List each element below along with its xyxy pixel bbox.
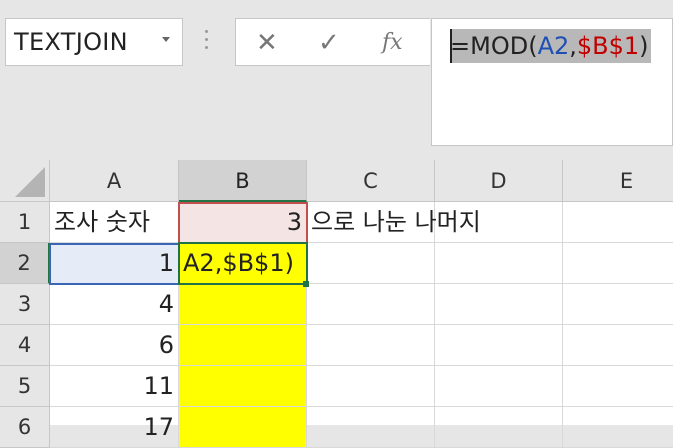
- formula-part: A2: [537, 32, 570, 60]
- cell-e2[interactable]: [563, 243, 673, 284]
- cell-d6[interactable]: [435, 407, 563, 448]
- cell-a3[interactable]: 4: [50, 284, 179, 325]
- cell-d4[interactable]: [435, 325, 563, 366]
- row-header-5[interactable]: 5: [0, 366, 50, 407]
- cell-b1[interactable]: 3: [179, 202, 307, 243]
- cell-b6[interactable]: [179, 407, 307, 448]
- row-header-2[interactable]: 2: [0, 243, 50, 284]
- cell-e5[interactable]: [563, 366, 673, 407]
- name-box-value: TEXTJOIN: [14, 28, 128, 56]
- cell-c6[interactable]: [307, 407, 435, 448]
- cell-c5[interactable]: [307, 366, 435, 407]
- column-header-e[interactable]: E: [563, 160, 673, 202]
- cell-a4[interactable]: 6: [50, 325, 179, 366]
- cell-c3[interactable]: [307, 284, 435, 325]
- text-caret: [450, 29, 452, 63]
- column-header-d[interactable]: D: [435, 160, 563, 202]
- cell-e6[interactable]: [563, 407, 673, 448]
- drag-handle-icon[interactable]: [205, 30, 209, 52]
- cell-d1[interactable]: [435, 202, 563, 243]
- formula-part: $B$1: [576, 32, 640, 60]
- cell-e4[interactable]: [563, 325, 673, 366]
- cell-a6[interactable]: 17: [50, 407, 179, 448]
- cell-e3[interactable]: [563, 284, 673, 325]
- cell-a1[interactable]: 조사 숫자: [50, 202, 179, 243]
- cell-e1[interactable]: [563, 202, 673, 243]
- formula-bar[interactable]: =MOD(A2,$B$1): [431, 18, 673, 146]
- cell-c2[interactable]: [307, 243, 435, 284]
- cell-d2[interactable]: [435, 243, 563, 284]
- formula-text[interactable]: =MOD(A2,$B$1): [450, 29, 651, 63]
- row-header-4[interactable]: 4: [0, 325, 50, 366]
- cell-c4[interactable]: [307, 325, 435, 366]
- fill-handle[interactable]: [303, 281, 309, 287]
- cell-b4[interactable]: [179, 325, 307, 366]
- formula-buttons: ✕ ✓ fx: [235, 18, 430, 66]
- row-header-6[interactable]: 6: [0, 407, 50, 448]
- formula-part: ,: [569, 32, 577, 60]
- cell-c1[interactable]: 으로 나눈 나머지: [307, 202, 481, 243]
- select-all-button[interactable]: [0, 160, 50, 202]
- cell-d3[interactable]: [435, 284, 563, 325]
- select-all-icon: [15, 167, 45, 197]
- formula-part: ): [639, 32, 649, 60]
- insert-function-icon[interactable]: fx: [382, 25, 403, 61]
- column-header-c[interactable]: C: [307, 160, 435, 202]
- chevron-down-icon[interactable]: [162, 37, 170, 42]
- spreadsheet-grid: A B C D E 1 2 3 4 5 6 조사 숫자 3 으로 나눈 나머지 …: [0, 160, 673, 448]
- cell-a5[interactable]: 11: [50, 366, 179, 407]
- cell-a2[interactable]: 1: [50, 243, 179, 284]
- cancel-icon[interactable]: ✕: [256, 25, 278, 61]
- column-header-a[interactable]: A: [50, 160, 179, 202]
- row-header-1[interactable]: 1: [0, 202, 50, 243]
- cell-b3[interactable]: [179, 284, 307, 325]
- row-header-3[interactable]: 3: [0, 284, 50, 325]
- active-cell-border: [178, 242, 308, 285]
- cell-d5[interactable]: [435, 366, 563, 407]
- name-box[interactable]: TEXTJOIN: [5, 18, 183, 66]
- cell-b5[interactable]: [179, 366, 307, 407]
- column-header-b[interactable]: B: [179, 160, 307, 202]
- formula-part: =MOD(: [450, 32, 538, 60]
- enter-check-icon[interactable]: ✓: [318, 25, 340, 61]
